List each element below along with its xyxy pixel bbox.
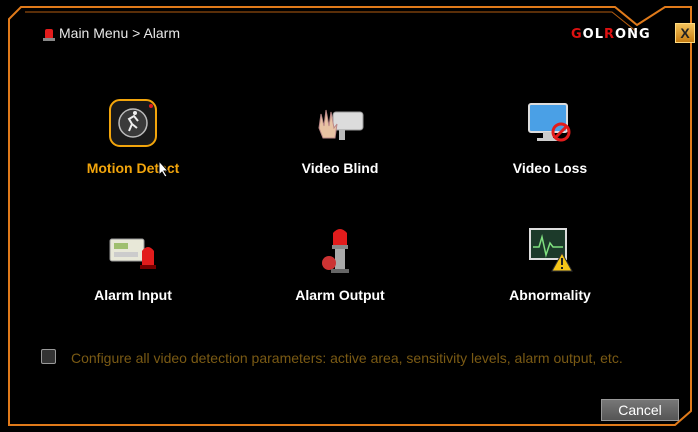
alarm-output-icon bbox=[322, 229, 349, 273]
abnormality-tile[interactable]: Abnormality bbox=[480, 225, 620, 315]
brand-logo: GOLRONG bbox=[571, 27, 651, 42]
info-icon bbox=[41, 349, 56, 364]
motion-detect-label: Motion Detect bbox=[86, 160, 180, 176]
video-blind-label: Video Blind bbox=[301, 160, 379, 176]
alarm-input-label: Alarm Input bbox=[94, 287, 172, 303]
alarm-window: Main Menu > Alarm GOLRONG X Motion Detec… bbox=[3, 3, 695, 429]
cancel-button[interactable]: Cancel bbox=[601, 399, 679, 421]
alarm-siren-icon bbox=[43, 29, 55, 41]
alarm-output-tile[interactable]: Alarm Output bbox=[270, 225, 410, 315]
video-blind-icon bbox=[318, 109, 364, 140]
abnormality-icon bbox=[529, 228, 573, 272]
video-loss-label: Video Loss bbox=[512, 160, 588, 176]
hint-text: Configure all video detection parameters… bbox=[71, 350, 623, 366]
motion-detect-icon bbox=[109, 99, 157, 147]
alarm-input-tile[interactable]: Alarm Input bbox=[63, 225, 203, 315]
close-button[interactable]: X bbox=[675, 23, 695, 43]
motion-detect-tile[interactable]: Motion Detect bbox=[63, 98, 203, 188]
breadcrumb-title: Main Menu > Alarm bbox=[59, 25, 180, 41]
mouse-pointer-icon bbox=[158, 160, 170, 178]
video-blind-tile[interactable]: Video Blind bbox=[270, 98, 410, 188]
video-loss-icon bbox=[528, 103, 571, 142]
video-loss-tile[interactable]: Video Loss bbox=[480, 98, 620, 188]
alarm-input-icon bbox=[109, 238, 156, 269]
alarm-output-label: Alarm Output bbox=[295, 287, 385, 303]
abnormality-label: Abnormality bbox=[509, 287, 591, 303]
